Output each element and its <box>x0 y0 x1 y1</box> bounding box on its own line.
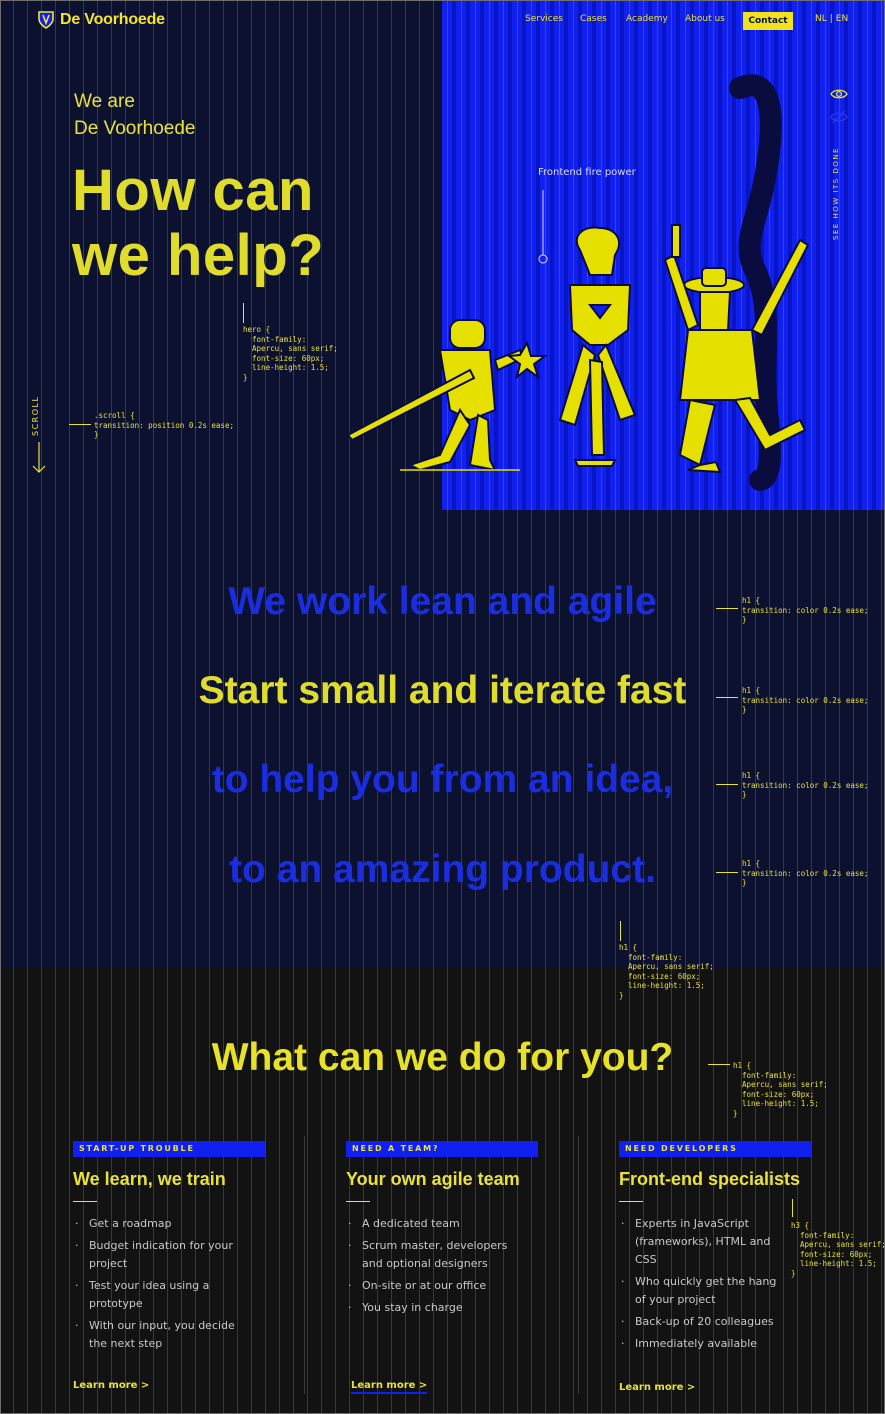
list-item: Get a roadmap <box>73 1215 239 1233</box>
service-card-startup: START-UP TROUBLE We learn, we train Get … <box>73 1136 298 1357</box>
hero-code-pointer <box>243 303 244 323</box>
agile-block-code-note: h1 { font-family: Apercu, sans serif; fo… <box>619 943 714 1000</box>
nav-services[interactable]: Services <box>525 14 563 24</box>
agile-code-note-3: h1 { transition: color 0.2s ease; } <box>742 771 869 799</box>
language-switch: NL | EN <box>815 14 848 24</box>
card-rule <box>619 1201 643 1202</box>
shield-logo-icon <box>38 11 54 29</box>
list-item: Scrum master, developers and optional de… <box>346 1237 512 1273</box>
hero-intro: We are De Voorhoede <box>74 88 196 142</box>
frontend-pointer-dot <box>538 254 548 264</box>
card-rule <box>73 1201 97 1202</box>
agile-block-code-pointer <box>620 921 621 941</box>
contact-button[interactable]: Contact <box>743 12 793 30</box>
card-rule <box>346 1201 370 1202</box>
service-card-team: NEED A TEAM? Your own agile team A dedic… <box>346 1136 571 1321</box>
card-tag: START-UP TROUBLE <box>73 1141 265 1157</box>
knight-figure <box>346 319 549 472</box>
card-tag: NEED A TEAM? <box>346 1141 538 1157</box>
nav-academy[interactable]: Academy <box>626 14 668 24</box>
card-list: A dedicated team Scrum master, developer… <box>346 1215 571 1317</box>
arrow-down-icon[interactable] <box>32 442 46 474</box>
scroll-code-pointer <box>69 424 91 425</box>
hero-code-note: hero { font-family: Apercu, sans serif; … <box>243 325 338 382</box>
column-divider-1 <box>304 1136 305 1394</box>
learn-more-link-startup[interactable]: Learn more > <box>73 1380 149 1391</box>
card-tag: NEED DEVELOPERS <box>619 1141 811 1157</box>
see-how-its-done-label[interactable]: SEE HOW ITS DONE <box>832 147 844 240</box>
nav-cases[interactable]: Cases <box>580 14 607 24</box>
list-item: Who quickly get the hang of your project <box>619 1273 785 1309</box>
agile-code-pointer-4 <box>716 872 738 873</box>
agile-code-note-1: h1 { transition: color 0.2s ease; } <box>742 596 869 624</box>
lang-separator: | <box>829 14 833 24</box>
agile-code-pointer-2 <box>716 697 738 698</box>
agile-code-pointer-3 <box>716 784 738 785</box>
list-item: Immediately available <box>619 1335 785 1353</box>
list-item: Budget indication for your project <box>73 1237 239 1273</box>
list-item: Experts in JavaScript (frameworks), HTML… <box>619 1215 785 1269</box>
card-list: Get a roadmap Budget indication for your… <box>73 1215 298 1353</box>
hero-intro-line-1: We are <box>74 91 135 112</box>
hero-illustration <box>346 74 810 491</box>
logo[interactable]: De Voorhoede <box>38 11 165 29</box>
page: De Voorhoede Services Cases Academy Abou… <box>0 0 885 1414</box>
lang-en[interactable]: EN <box>836 14 848 24</box>
agile-code-note-2: h1 { transition: color 0.2s ease; } <box>742 686 869 714</box>
list-item: A dedicated team <box>346 1215 512 1233</box>
list-item: On-site or at our office <box>346 1277 512 1295</box>
logo-text: De Voorhoede <box>60 11 165 28</box>
h3-code-pointer <box>792 1199 793 1217</box>
list-item: Back-up of 20 colleagues <box>619 1313 785 1331</box>
hero-title: How can we help? <box>72 158 402 288</box>
services-code-pointer <box>708 1064 730 1065</box>
card-title: We learn, we train <box>73 1169 226 1189</box>
scroll-code-note: .scroll { transition: position 0.2s ease… <box>94 411 234 439</box>
hero-title-line-1: How can <box>72 158 314 223</box>
list-item: You stay in charge <box>346 1299 512 1317</box>
card-title: Your own agile team <box>346 1169 520 1189</box>
list-item: With our input, you decide the next step <box>73 1317 239 1353</box>
scroll-label[interactable]: SCROLL <box>31 392 49 436</box>
lang-nl[interactable]: NL <box>815 14 827 24</box>
eye-icon[interactable] <box>830 87 848 101</box>
list-item: Test your idea using a prototype <box>73 1277 239 1313</box>
hero-title-line-2: we help? <box>72 223 325 288</box>
eye-slash-icon[interactable] <box>830 110 848 124</box>
services-code-note: h1 { font-family: Apercu, sans serif; fo… <box>733 1061 828 1118</box>
agile-code-note-4: h1 { transition: color 0.2s ease; } <box>742 859 869 887</box>
learn-more-link-team[interactable]: Learn more > <box>351 1380 428 1394</box>
nav-about-us[interactable]: About us <box>685 14 725 24</box>
heroine-figure <box>558 226 637 467</box>
column-divider-2 <box>578 1136 579 1394</box>
frontend-label: Frontend fire power <box>538 167 636 178</box>
cowboy-figure <box>663 224 810 474</box>
learn-more-link-developers[interactable]: Learn more > <box>619 1382 695 1393</box>
h3-code-note: h3 { font-family: Apercu, sans serif; fo… <box>791 1221 885 1278</box>
agile-code-pointer-1 <box>716 608 738 609</box>
card-title: Front-end specialists <box>619 1169 801 1189</box>
hero-intro-line-2: De Voorhoede <box>74 118 196 139</box>
